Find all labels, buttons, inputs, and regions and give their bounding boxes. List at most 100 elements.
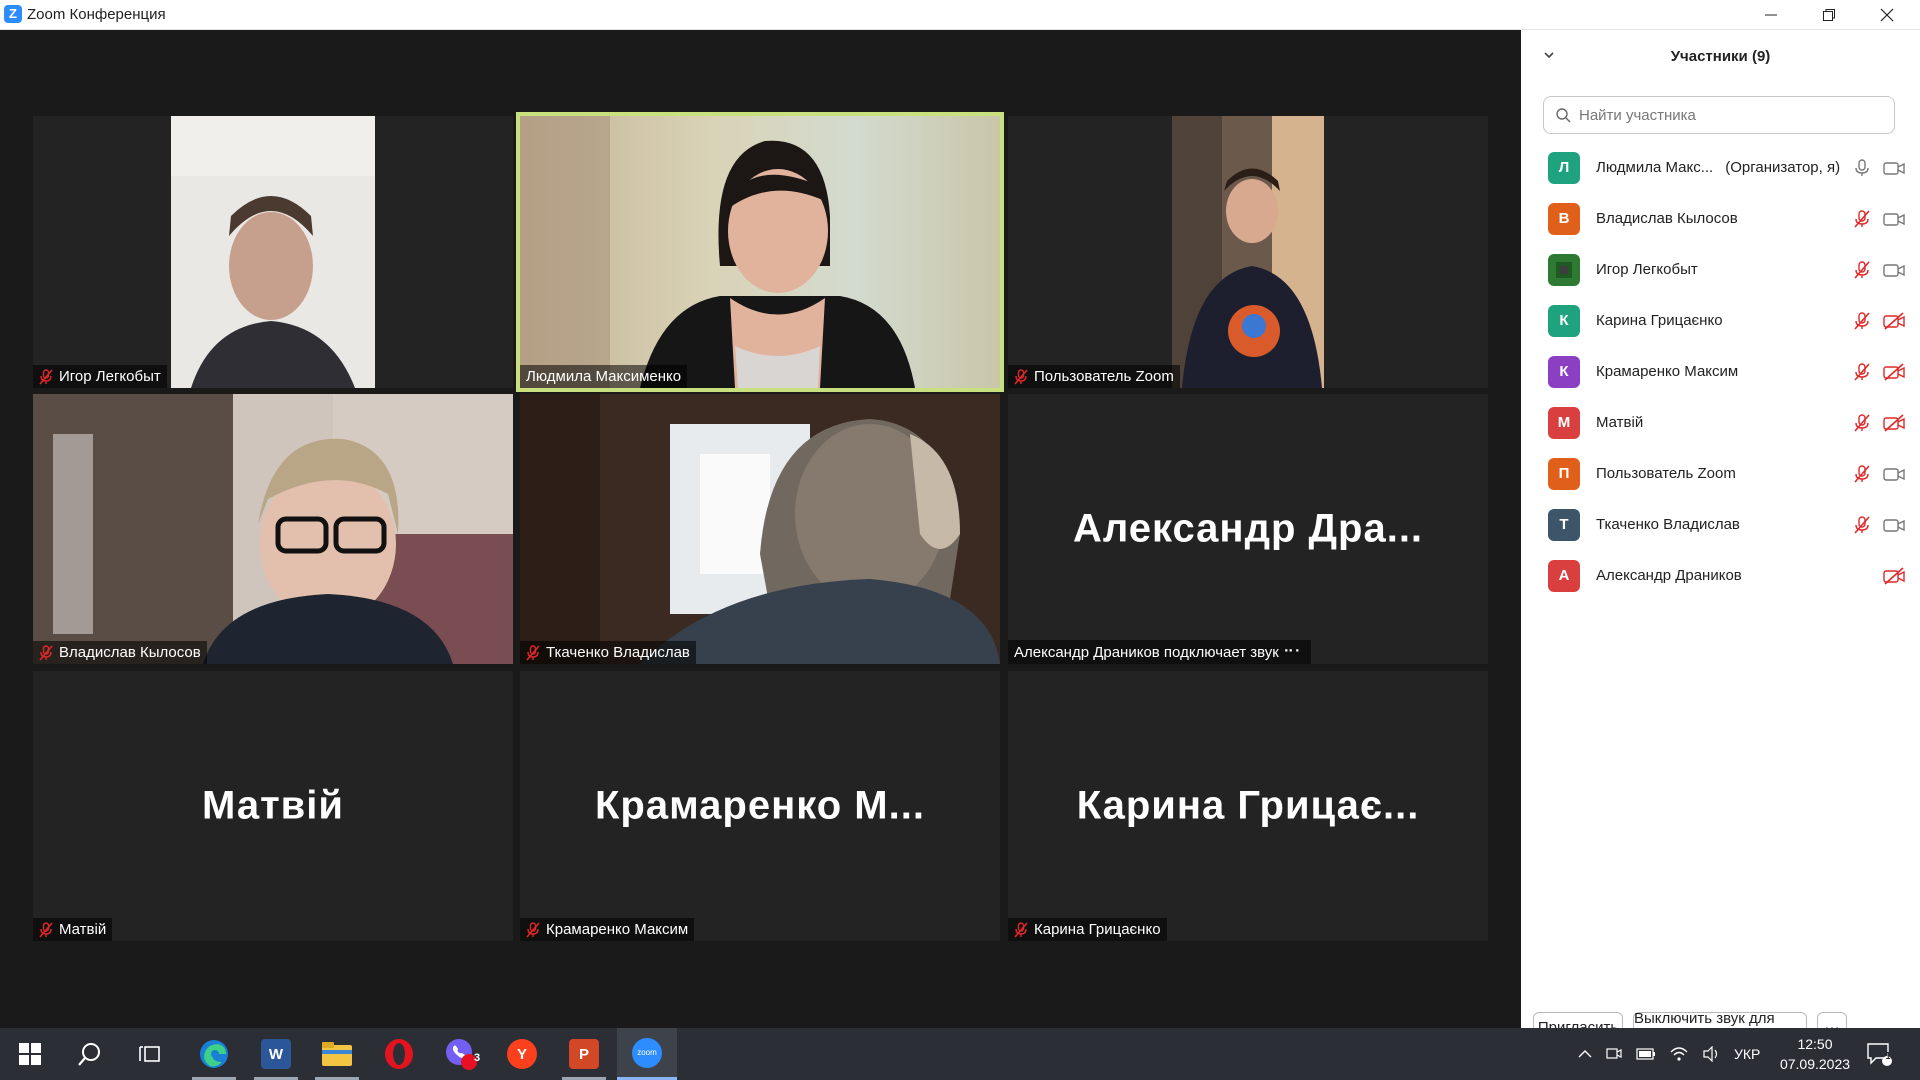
participant-video (33, 394, 513, 664)
meet-now-icon[interactable] (1606, 1046, 1622, 1062)
word-taskbar-button[interactable]: W (246, 1028, 306, 1080)
yandex-taskbar-button[interactable]: Y (492, 1028, 552, 1080)
participant-row[interactable]: Л Людмила Макс... (Организатор, я) (1521, 142, 1920, 193)
camera-off-icon[interactable] (1883, 413, 1905, 433)
window-title: Zoom Конференция (27, 6, 166, 23)
name-tile[interactable]: Матвій Матвій (33, 671, 513, 941)
wifi-icon[interactable] (1670, 1046, 1688, 1062)
participant-name: Пользователь Zoom (1596, 465, 1736, 482)
participant-row[interactable]: М Матвій (1521, 397, 1920, 448)
name-tile[interactable]: Крамаренко М... Крамаренко Максим (520, 671, 1000, 941)
viber-badge-count: 3 (473, 1052, 481, 1064)
participant-video (520, 116, 1000, 388)
tile-name-label: Карина Грицаєнко (1034, 921, 1161, 938)
avatar: В (1548, 202, 1580, 235)
clock[interactable]: 12:50 07.09.2023 (1780, 1028, 1850, 1080)
windows-taskbar: W 3 Y P zoom УКР 12:50 07.09.2023 1 (0, 1028, 1920, 1080)
participant-video (1172, 116, 1324, 388)
camera-off-icon[interactable] (1883, 566, 1905, 586)
video-tile[interactable]: Ткаченко Владислав (520, 394, 1000, 664)
muted-mic-icon (39, 368, 53, 385)
video-tile[interactable]: Владислав Кылосов (33, 394, 513, 664)
camera-icon[interactable] (1883, 260, 1905, 280)
yandex-icon: Y (507, 1039, 537, 1069)
participant-video (520, 394, 1000, 664)
muted-mic-icon[interactable] (1852, 413, 1872, 433)
muted-mic-icon[interactable] (1852, 362, 1872, 382)
name-tile[interactable]: Карина Грицає... Карина Грицаєнко (1008, 671, 1488, 941)
task-view-button[interactable] (120, 1028, 180, 1080)
muted-mic-icon[interactable] (1852, 311, 1872, 331)
muted-mic-icon (526, 644, 540, 661)
tile-display-name: Карина Грицає... (1076, 783, 1420, 828)
video-tile[interactable]: Пользователь Zoom (1008, 116, 1488, 388)
minimize-button[interactable] (1742, 0, 1800, 29)
tile-name-tag: Игор Легкобыт (33, 365, 167, 388)
word-icon: W (261, 1039, 291, 1069)
battery-icon[interactable] (1636, 1048, 1656, 1060)
zoom-taskbar-button[interactable]: zoom (617, 1028, 677, 1080)
restore-button[interactable] (1800, 0, 1858, 29)
edge-taskbar-button[interactable] (184, 1028, 244, 1080)
camera-off-icon[interactable] (1883, 311, 1905, 331)
minimize-icon (1765, 14, 1777, 15)
tile-name-label: Крамаренко Максим (546, 921, 689, 938)
powerpoint-icon: P (569, 1039, 599, 1069)
title-bar: Z Zoom Конференция (0, 0, 1920, 30)
muted-mic-icon (526, 921, 540, 938)
avatar: М (1548, 406, 1580, 439)
start-button[interactable] (0, 1028, 60, 1080)
participant-row[interactable]: Игор Легкобыт (1521, 244, 1920, 295)
chevron-up-icon[interactable] (1578, 1049, 1592, 1059)
participant-row[interactable]: Т Ткаченко Владислав (1521, 499, 1920, 550)
camera-icon[interactable] (1883, 515, 1905, 535)
name-tile[interactable]: Александр Дра... Александр Драников подк… (1008, 394, 1488, 664)
camera-icon[interactable] (1883, 464, 1905, 484)
opera-taskbar-button[interactable] (369, 1028, 429, 1080)
muted-mic-icon[interactable] (1852, 260, 1872, 280)
muted-mic-icon (1014, 368, 1028, 385)
participant-row[interactable]: К Крамаренко Максим (1521, 346, 1920, 397)
participant-name: Крамаренко Максим (1596, 363, 1738, 380)
powerpoint-taskbar-button[interactable]: P (554, 1028, 614, 1080)
participant-row[interactable]: П Пользователь Zoom (1521, 448, 1920, 499)
participant-row[interactable]: В Владислав Кылосов (1521, 193, 1920, 244)
explorer-taskbar-button[interactable] (307, 1028, 367, 1080)
microphone-icon[interactable] (1852, 158, 1872, 178)
participant-search[interactable] (1543, 96, 1895, 134)
notification-center-button[interactable]: 1 (1866, 1028, 1892, 1080)
muted-mic-icon[interactable] (1852, 515, 1872, 535)
participant-display-name: Карина Грицаєнко (1596, 312, 1723, 329)
zoom-icon: zoom (632, 1037, 662, 1068)
video-tile[interactable]: Игор Легкобыт (33, 116, 513, 388)
camera-off-icon[interactable] (1883, 362, 1905, 382)
volume-icon[interactable] (1702, 1046, 1720, 1062)
tile-display-name: Александр Дра... (1072, 506, 1424, 551)
video-tile-active-speaker[interactable]: Людмила Максименко (516, 112, 1004, 392)
muted-mic-icon (1014, 921, 1028, 938)
tile-name-label: Пользователь Zoom (1034, 368, 1174, 385)
muted-mic-icon[interactable] (1852, 464, 1872, 484)
close-button[interactable] (1858, 0, 1916, 29)
participant-name: Ткаченко Владислав (1596, 516, 1740, 533)
camera-icon[interactable] (1883, 158, 1905, 178)
close-icon (1880, 8, 1894, 21)
tile-name-label: Игор Легкобыт (59, 368, 161, 385)
avatar: П (1548, 457, 1580, 490)
restore-icon (1823, 8, 1835, 21)
participant-row[interactable]: К Карина Грицаєнко (1521, 295, 1920, 346)
viber-taskbar-button[interactable]: 3 (431, 1028, 491, 1080)
tile-name-tag: Крамаренко Максим (520, 918, 695, 941)
participants-panel: Участники (9) Л Людмила Макс... (Организат… (1521, 30, 1920, 1044)
tile-name-label: Матвій (59, 921, 107, 938)
input-language[interactable]: УКР (1734, 1046, 1760, 1062)
search-input[interactable] (1577, 105, 1881, 125)
camera-icon[interactable] (1883, 209, 1905, 229)
participant-row[interactable]: А Александр Драников (1521, 550, 1920, 601)
avatar: К (1548, 304, 1580, 337)
participants-list: Л Людмила Макс... (Организатор, я) В Владисл… (1521, 142, 1920, 601)
muted-mic-icon[interactable] (1852, 209, 1872, 229)
search-button[interactable] (60, 1028, 120, 1080)
participant-display-name: Пользователь Zoom (1596, 465, 1736, 482)
clock-time: 12:50 (1797, 1036, 1833, 1052)
